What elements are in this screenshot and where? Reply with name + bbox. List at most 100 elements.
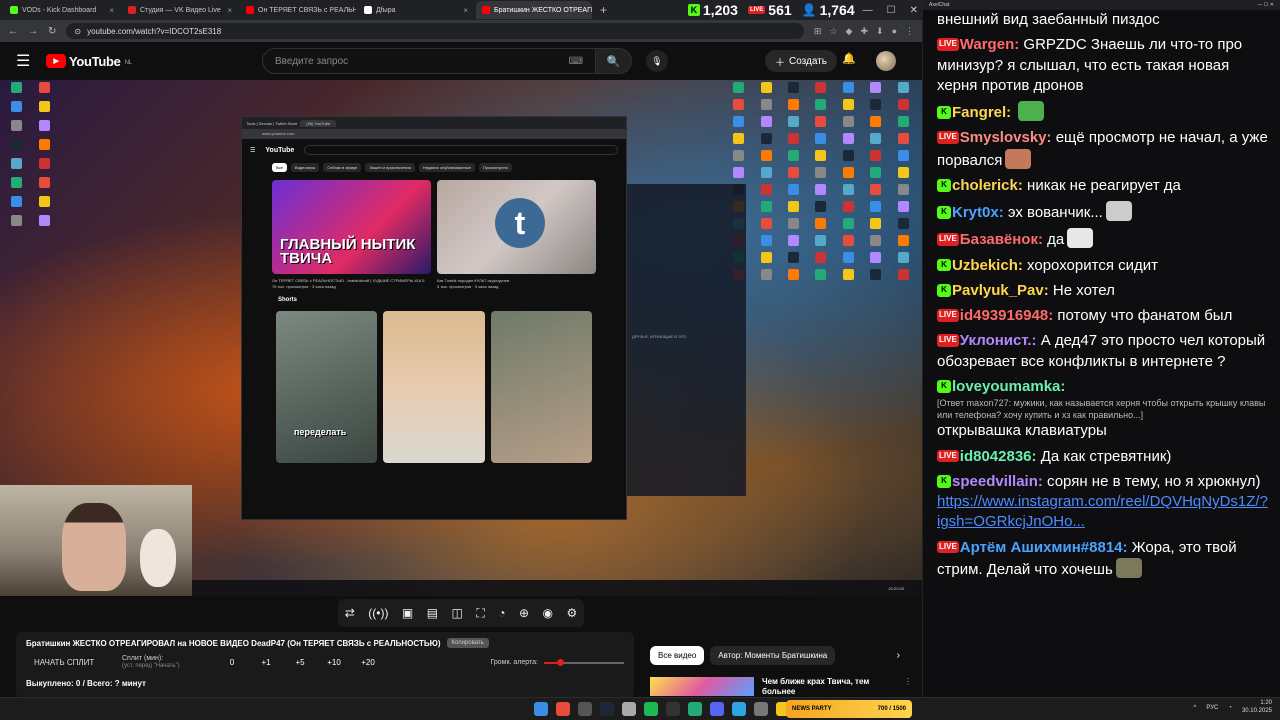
desktop-shortcut[interactable]	[863, 235, 888, 246]
start-split-button[interactable]: НАЧАТЬ СПЛИТ	[26, 654, 122, 671]
alert-volume-knob[interactable]	[557, 658, 564, 666]
desktop-shortcut[interactable]	[891, 252, 916, 263]
desktop-shortcut[interactable]	[863, 201, 888, 212]
install-icon[interactable]: ⊞	[814, 26, 822, 37]
desktop-shortcut[interactable]	[781, 133, 806, 144]
chat-username[interactable]: Kryt0x:	[952, 204, 1004, 221]
desktop-shortcut[interactable]	[726, 167, 751, 178]
recommended-video[interactable]: Чем ближе крах Твича, тем больнее ⋮	[650, 677, 912, 696]
desktop-shortcut[interactable]	[863, 167, 888, 178]
desktop-shortcut[interactable]	[863, 133, 888, 144]
desktop-shortcut[interactable]	[836, 184, 861, 195]
telegram-icon[interactable]	[732, 702, 746, 716]
video-player[interactable]: ДРУЗЬЯ, ИГРАЮЩИЕ В ЭТО Tools | Decoax | …	[0, 80, 922, 596]
desktop-shortcut[interactable]	[808, 82, 833, 93]
desktop-shortcut[interactable]	[836, 167, 861, 178]
chevron-right-icon[interactable]: ›	[897, 650, 900, 661]
chat-username[interactable]: Wargen:	[960, 36, 1019, 53]
desktop-shortcut[interactable]	[836, 235, 861, 246]
desktop-shortcut[interactable]	[808, 269, 833, 280]
desktop-shortcut[interactable]	[4, 120, 28, 131]
obs-icon[interactable]	[666, 702, 680, 716]
chat-username[interactable]: loveyoumamka:	[952, 378, 1065, 395]
menu-icon[interactable]: ⋮	[905, 26, 914, 37]
app-icon[interactable]	[754, 702, 768, 716]
clock[interactable]: 1:20 30.10.2025	[1242, 700, 1272, 716]
desktop-shortcut[interactable]	[753, 252, 778, 263]
minimize-icon[interactable]: —	[863, 5, 873, 16]
desktop-shortcut[interactable]	[726, 133, 751, 144]
steam-icon[interactable]	[600, 702, 614, 716]
desktop-shortcut[interactable]	[753, 116, 778, 127]
desktop-shortcut[interactable]	[32, 101, 56, 112]
tab-close-icon[interactable]: ×	[109, 6, 114, 15]
chat-username[interactable]: cholerick:	[952, 177, 1023, 194]
browser-tab[interactable]: VODs - Kick Dashboard ×	[4, 1, 120, 19]
chat-username[interactable]: Fangrel:	[952, 104, 1011, 121]
chat-username[interactable]: speedvillain:	[952, 473, 1043, 490]
desktop-shortcut[interactable]	[32, 139, 56, 150]
split-value-button[interactable]: +10	[324, 658, 344, 667]
player-control-icon[interactable]: ((•))	[368, 606, 388, 620]
language-indicator[interactable]: РУС	[1206, 705, 1218, 711]
search-button[interactable]: 🔍	[596, 48, 632, 74]
desktop-shortcut[interactable]	[808, 235, 833, 246]
desktop-shortcut[interactable]	[863, 99, 888, 110]
desktop-shortcut[interactable]	[753, 184, 778, 195]
desktop-shortcut[interactable]	[808, 184, 833, 195]
youtube-logo[interactable]: ▶ YouTube NL	[46, 54, 132, 69]
desktop-shortcut[interactable]	[781, 218, 806, 229]
bookmark-star-icon[interactable]: ☆	[829, 26, 837, 37]
player-control-icon[interactable]: ◔	[498, 606, 505, 620]
desktop-shortcut[interactable]	[781, 150, 806, 161]
app-icon[interactable]	[622, 702, 636, 716]
create-button[interactable]: ＋ Создать	[765, 50, 838, 72]
start-icon[interactable]	[534, 702, 548, 716]
notifications-bell-icon[interactable]: 🔔	[842, 52, 856, 65]
keyboard-icon[interactable]: ⌨	[569, 56, 583, 67]
player-control-icon[interactable]: ⚙	[566, 606, 577, 620]
desktop-shortcut[interactable]	[32, 120, 56, 131]
desktop-shortcut[interactable]	[753, 167, 778, 178]
desktop-shortcut[interactable]	[836, 218, 861, 229]
chat-username[interactable]: Артём Ашихмин#8814:	[960, 539, 1128, 556]
desktop-shortcut[interactable]	[4, 196, 28, 207]
desktop-shortcut[interactable]	[863, 116, 888, 127]
desktop-shortcut[interactable]	[4, 82, 28, 93]
chat-username[interactable]: Pavlyuk_Pav:	[952, 282, 1049, 299]
player-control-icon[interactable]: ⊕	[519, 606, 529, 620]
app-icon[interactable]	[688, 702, 702, 716]
desktop-shortcut[interactable]	[891, 201, 916, 212]
copy-button[interactable]: Копировать	[446, 638, 489, 648]
desktop-shortcut[interactable]	[836, 133, 861, 144]
desktop-shortcut[interactable]	[753, 150, 778, 161]
desktop-shortcut[interactable]	[836, 150, 861, 161]
desktop-shortcut[interactable]	[808, 252, 833, 263]
desktop-shortcut[interactable]	[891, 167, 916, 178]
desktop-shortcut[interactable]	[808, 133, 833, 144]
new-tab-button[interactable]: +	[594, 3, 613, 17]
desktop-shortcut[interactable]	[781, 269, 806, 280]
desktop-shortcut[interactable]	[781, 116, 806, 127]
desktop-shortcut[interactable]	[32, 158, 56, 169]
desktop-shortcut[interactable]	[891, 82, 916, 93]
discord-icon[interactable]	[710, 702, 724, 716]
browser-tab[interactable]: Он ТЕРЯЕТ СВЯЗЬ с РЕАЛЬНОСТЬЮ×	[240, 1, 356, 19]
chrome-icon[interactable]	[556, 702, 570, 716]
desktop-shortcut[interactable]	[4, 139, 28, 150]
forward-icon[interactable]: →	[28, 26, 38, 37]
chat-username[interactable]: Уклонист.:	[960, 332, 1037, 349]
desktop-shortcut[interactable]	[863, 269, 888, 280]
desktop-shortcut[interactable]	[781, 201, 806, 212]
split-value-button[interactable]: +5	[290, 658, 310, 667]
desktop-shortcut[interactable]	[753, 269, 778, 280]
wifi-icon[interactable]: ◔	[1228, 705, 1232, 711]
desktop-shortcut[interactable]	[863, 82, 888, 93]
more-options-icon[interactable]: ⋮	[904, 677, 912, 696]
desktop-shortcut[interactable]	[808, 116, 833, 127]
desktop-shortcut[interactable]	[891, 116, 916, 127]
app-icon[interactable]	[578, 702, 592, 716]
chat-username[interactable]: Uzbekich:	[952, 257, 1023, 274]
desktop-shortcut[interactable]	[781, 167, 806, 178]
browser-tab[interactable]: Братишкин ЖЕСТКО ОТРЕАГИРОВАЛ×	[476, 1, 592, 19]
